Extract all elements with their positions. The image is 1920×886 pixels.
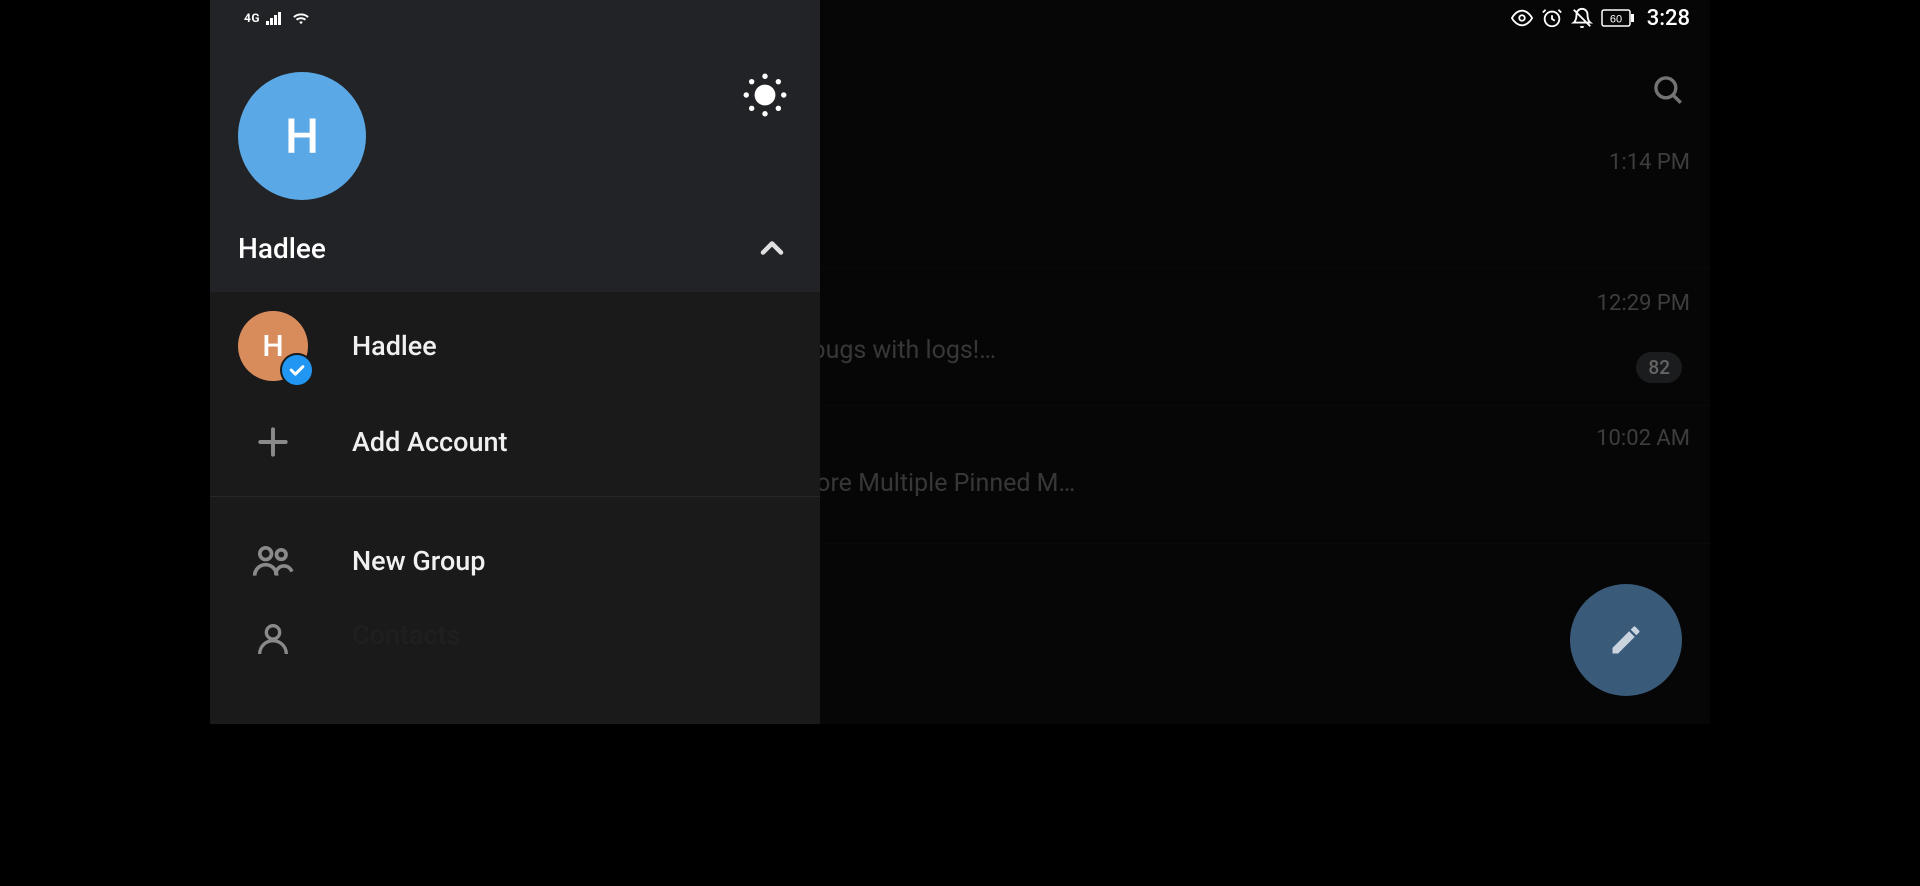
status-bar: 4G [210,0,1710,36]
menu-label: Contacts [352,619,461,651]
battery-level: 60 [1610,14,1622,26]
status-right: 60 3:28 [1511,6,1690,31]
drawer-body: H Hadlee Add Ac [210,292,820,724]
profile-name-row[interactable]: Hadlee [238,228,792,268]
theme-toggle[interactable] [740,70,790,120]
contacts-item[interactable]: Contacts [210,609,820,669]
active-check-badge [280,353,314,387]
check-icon [287,360,307,380]
alarm-icon [1541,7,1563,29]
account-section: H Hadlee Add Ac [210,298,820,497]
group-icon [251,539,295,583]
plus-icon [254,423,292,461]
app-screen: 4G [210,0,1710,724]
battery-icon: 60 [1601,9,1635,27]
avatar-letter: H [262,329,283,364]
avatar-letter: H [285,108,319,165]
add-account-label: Add Account [352,426,508,458]
menu-label: New Group [352,545,485,577]
drawer-header: H Hadlee [210,0,820,292]
account-avatar: H [238,311,308,381]
signal-icon [266,11,284,25]
menu-section: New Group Contacts [210,497,820,669]
profile-avatar[interactable]: H [238,72,366,200]
chevron-up-icon [752,228,792,268]
sun-icon [740,70,790,120]
pencil-icon [1608,622,1644,658]
new-group-item[interactable]: New Group [210,513,820,609]
wifi-icon [290,10,312,26]
account-item[interactable]: H Hadlee [210,298,820,394]
person-icon [253,619,293,659]
account-name: Hadlee [352,330,437,362]
navigation-drawer: H Hadlee [210,0,820,724]
add-account-item[interactable]: Add Account [210,394,820,490]
status-left: 4G [230,10,312,26]
eye-icon [1511,7,1533,29]
network-4g-icon: 4G [244,11,260,25]
profile-name: Hadlee [238,232,326,265]
status-time: 3:28 [1647,6,1690,31]
compose-fab[interactable] [1570,584,1682,696]
notification-off-icon [1571,7,1593,29]
